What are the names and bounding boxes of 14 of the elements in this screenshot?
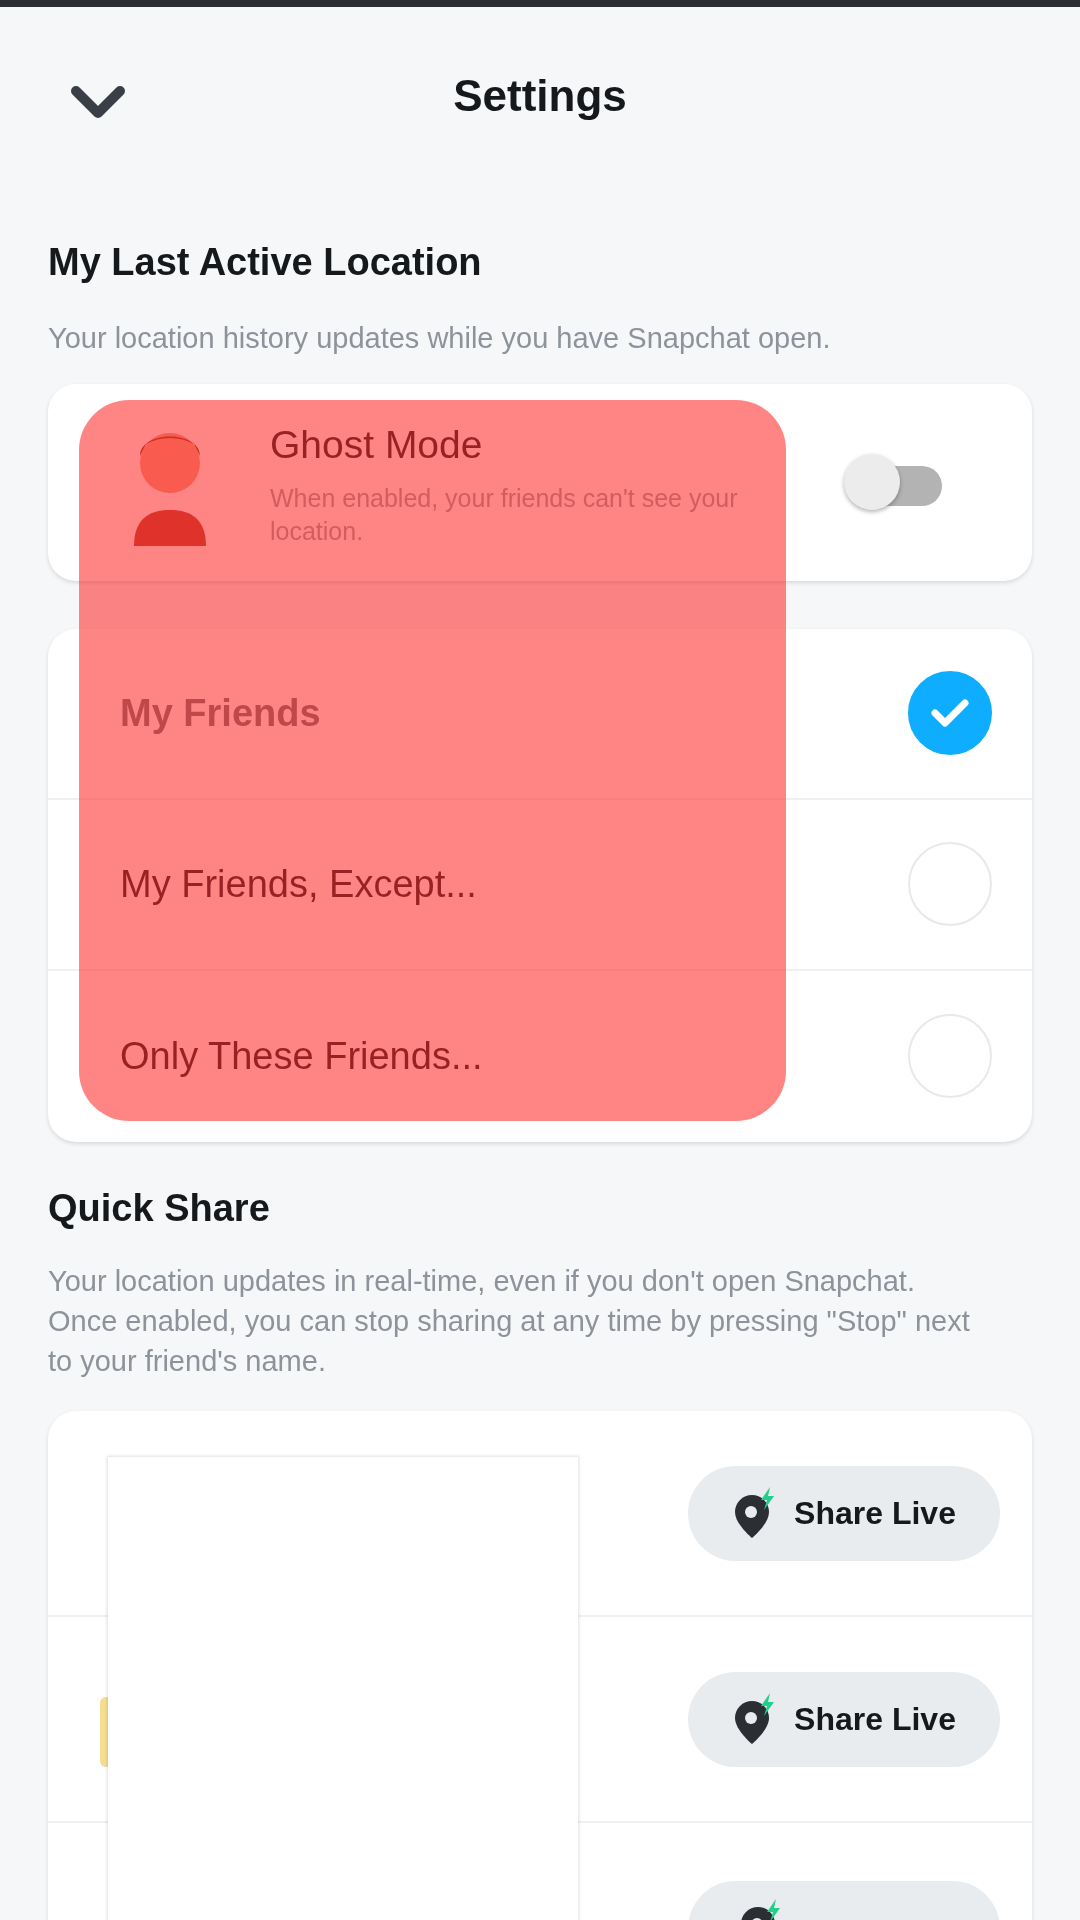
share-live-button[interactable]: Share Live <box>688 1465 1000 1561</box>
option-label: Only These Friends... <box>120 1033 483 1079</box>
section-description: Your location history updates while you have Snapchat open. <box>48 320 832 356</box>
section-heading: Quick Share <box>48 1185 271 1231</box>
section-description: Your location updates in real-time, even if you don't open Snapchat. Once enabled, you can stop sharing at any time by pressing "Stop" next to your friend's name. <box>48 1264 971 1380</box>
option-row[interactable]: My Friends, Except... <box>48 799 1032 971</box>
screen-title: Settings <box>453 70 627 123</box>
option-row[interactable]: My Friends <box>48 628 1032 800</box>
option-row[interactable]: Only These Friends... <box>48 970 1032 1142</box>
setting-title: Ghost Mode <box>270 421 484 468</box>
option-label: My Friends, Except... <box>120 861 477 907</box>
share-live-button[interactable]: Share Live <box>688 1671 1000 1767</box>
section-heading: My Last Active Location <box>48 240 483 285</box>
option-label: My Friends <box>120 690 321 736</box>
